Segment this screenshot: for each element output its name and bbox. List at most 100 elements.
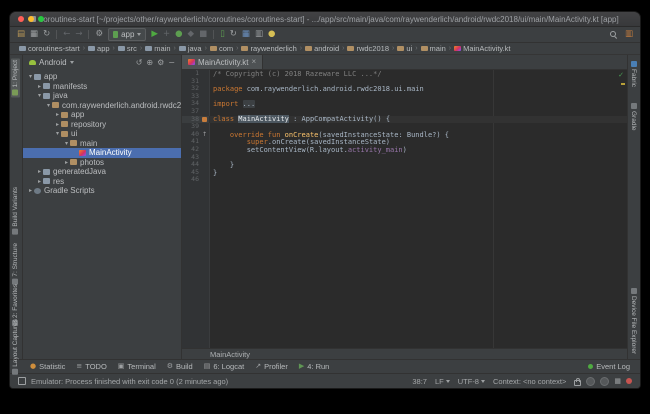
- sync-view-icon[interactable]: ↺: [136, 58, 143, 67]
- caret-position-widget[interactable]: 38:7: [412, 377, 427, 386]
- event-log-button[interactable]: Event Log: [588, 362, 630, 371]
- zoom-window-button[interactable]: [38, 16, 44, 22]
- stripe-button-layout-captures[interactable]: Layout Captures: [11, 317, 20, 377]
- breadcrumb-raywenderlich[interactable]: raywenderlich: [240, 44, 297, 53]
- breadcrumb-src[interactable]: src: [117, 44, 138, 53]
- code-editor[interactable]: 1/* Copyright (c) 2018 Razeware LLC ...*…: [182, 70, 627, 348]
- expander-icon[interactable]: ▸: [36, 178, 43, 185]
- tree-item-gradle-scripts[interactable]: ▸ Gradle Scripts: [23, 186, 181, 196]
- expander-icon[interactable]: ▸: [63, 159, 70, 166]
- back-icon[interactable]: ←: [63, 30, 70, 39]
- breadcrumb-main[interactable]: main: [144, 44, 171, 53]
- grid-icon[interactable]: ▦: [614, 377, 621, 385]
- project-view-selector[interactable]: Android: [39, 58, 67, 67]
- expander-icon[interactable]: ▾: [45, 102, 52, 109]
- line-separator-widget[interactable]: LF: [435, 377, 450, 386]
- toolwindow-button-profiler[interactable]: ↗ Profiler: [255, 362, 288, 371]
- override-gutter-icon[interactable]: ↑: [202, 131, 207, 139]
- expander-icon[interactable]: ▸: [36, 83, 43, 90]
- layout-inspector-icon[interactable]: ▥: [255, 30, 263, 39]
- expander-icon[interactable]: ▾: [63, 140, 70, 147]
- toolbar-separator: [56, 30, 58, 39]
- stripe-button-1-project[interactable]: 1: Project: [11, 58, 20, 98]
- bulb-icon[interactable]: ●: [268, 30, 275, 39]
- tree-item-generatedjava[interactable]: ▸ generatedJava: [23, 167, 181, 177]
- avd-manager-icon[interactable]: ▯: [220, 30, 225, 39]
- open-project-icon[interactable]: ▤: [17, 30, 25, 39]
- line-number[interactable]: 46: [182, 176, 201, 184]
- breadcrumb-java[interactable]: java: [178, 44, 203, 53]
- toolwindow-button-6-logcat[interactable]: ▤ 6: Logcat: [204, 362, 244, 371]
- tree-item-label: com.raywenderlich.android.rwdc2018: [62, 100, 181, 110]
- background-task-icon[interactable]: [586, 376, 596, 386]
- toolwindow-button-4-run[interactable]: ▶ 4: Run: [299, 362, 330, 371]
- tree-item-com-raywenderlich-android-rwdc2018[interactable]: ▾ com.raywenderlich.android.rwdc2018: [23, 101, 181, 111]
- tree-item-main[interactable]: ▾ main: [23, 139, 181, 149]
- minimize-window-button[interactable]: [28, 16, 34, 22]
- close-tab-icon[interactable]: ×: [252, 58, 257, 66]
- inspections-ok-icon[interactable]: ✓: [618, 71, 624, 79]
- background-task-icon-2[interactable]: [600, 376, 610, 386]
- close-window-button[interactable]: [18, 16, 24, 22]
- project-structure-icon[interactable]: ▥: [625, 30, 633, 39]
- search-everywhere-icon[interactable]: [609, 30, 618, 39]
- toolwindow-button-build[interactable]: ⚙ Build: [167, 362, 193, 371]
- run-icon[interactable]: ▶: [151, 30, 158, 39]
- notification-dot-icon[interactable]: [626, 378, 632, 384]
- hide-panel-icon[interactable]: −: [168, 58, 175, 67]
- profile-icon[interactable]: ◆: [188, 30, 195, 39]
- expander-icon[interactable]: ▸: [36, 168, 43, 175]
- debug-icon[interactable]: ●: [175, 30, 182, 39]
- run-config-selector[interactable]: app: [108, 28, 147, 41]
- save-all-icon[interactable]: ▦: [30, 30, 38, 39]
- expander-icon[interactable]: ▾: [54, 130, 61, 137]
- expander-icon[interactable]: ▾: [27, 73, 34, 80]
- wrench-icon[interactable]: ⚙: [95, 30, 103, 39]
- sdk-manager-icon[interactable]: ▦: [242, 30, 250, 39]
- stripe-button-fabric[interactable]: Fabric: [629, 59, 638, 89]
- tree-item-ui[interactable]: ▾ ui: [23, 129, 181, 139]
- breadcrumb-com[interactable]: com: [209, 44, 234, 53]
- tree-item-photos[interactable]: ▸ photos: [23, 158, 181, 168]
- tree-item-java[interactable]: ▾ java: [23, 91, 181, 101]
- class-gutter-icon[interactable]: [202, 117, 207, 123]
- tab-mainactivity[interactable]: MainActivity.kt ×: [182, 55, 264, 69]
- stop-icon[interactable]: ■: [199, 30, 207, 39]
- gradle-sync-icon[interactable]: ↻: [230, 30, 237, 39]
- stripe-button-device-file-explorer[interactable]: Device File Explorer: [629, 286, 638, 356]
- forward-icon[interactable]: →: [75, 30, 82, 39]
- toolwindow-button-todo[interactable]: ≡ TODO: [76, 362, 106, 371]
- toolwindow-button-statistic[interactable]: ● Statistic: [30, 362, 65, 371]
- expander-icon[interactable]: ▸: [27, 187, 34, 194]
- tree-item-res[interactable]: ▸ res: [23, 177, 181, 187]
- titlebar[interactable]: coroutines-start [~/projects/other/raywe…: [10, 12, 640, 27]
- encoding-widget[interactable]: UTF-8: [458, 377, 485, 386]
- tree-item-repository[interactable]: ▸ repository: [23, 120, 181, 130]
- expander-icon[interactable]: ▸: [54, 121, 61, 128]
- toolwindow-button-terminal[interactable]: ▣ Terminal: [118, 362, 156, 371]
- breadcrumb-android[interactable]: android: [304, 44, 340, 53]
- tree-item-app[interactable]: ▾ app: [23, 72, 181, 82]
- stripe-button-7-structure[interactable]: 7: Structure: [11, 241, 20, 287]
- apply-changes-icon[interactable]: +: [163, 30, 170, 39]
- tree-item-mainactivity[interactable]: MainActivity: [23, 148, 181, 158]
- breadcrumb-main[interactable]: main: [420, 44, 447, 53]
- tree-item-app[interactable]: ▸ app: [23, 110, 181, 120]
- breadcrumb-ui[interactable]: ui: [396, 44, 413, 53]
- context-widget[interactable]: Context: <no context>: [493, 377, 566, 386]
- unlocked-icon[interactable]: [574, 377, 582, 386]
- locate-file-icon[interactable]: ⊕: [146, 58, 153, 67]
- toolwindow-switcher-icon[interactable]: [18, 377, 26, 385]
- breadcrumb-coroutines-start[interactable]: coroutines-start: [18, 44, 81, 53]
- tree-item-manifests[interactable]: ▸ manifests: [23, 82, 181, 92]
- expander-icon[interactable]: ▸: [54, 111, 61, 118]
- breadcrumb-rwdc2018[interactable]: rwdc2018: [346, 44, 390, 53]
- stripe-button-build-variants[interactable]: Build Variants: [11, 185, 20, 237]
- expander-icon[interactable]: ▾: [36, 92, 43, 99]
- breadcrumb-app[interactable]: app: [87, 44, 111, 53]
- settings-icon[interactable]: ⚙: [157, 58, 164, 67]
- stripe-button-gradle[interactable]: Gradle: [629, 101, 638, 133]
- sync-project-icon[interactable]: ↻: [43, 30, 50, 39]
- breadcrumb-class[interactable]: MainActivity: [210, 350, 250, 359]
- breadcrumb-MainActivity.kt[interactable]: MainActivity.kt: [453, 44, 511, 53]
